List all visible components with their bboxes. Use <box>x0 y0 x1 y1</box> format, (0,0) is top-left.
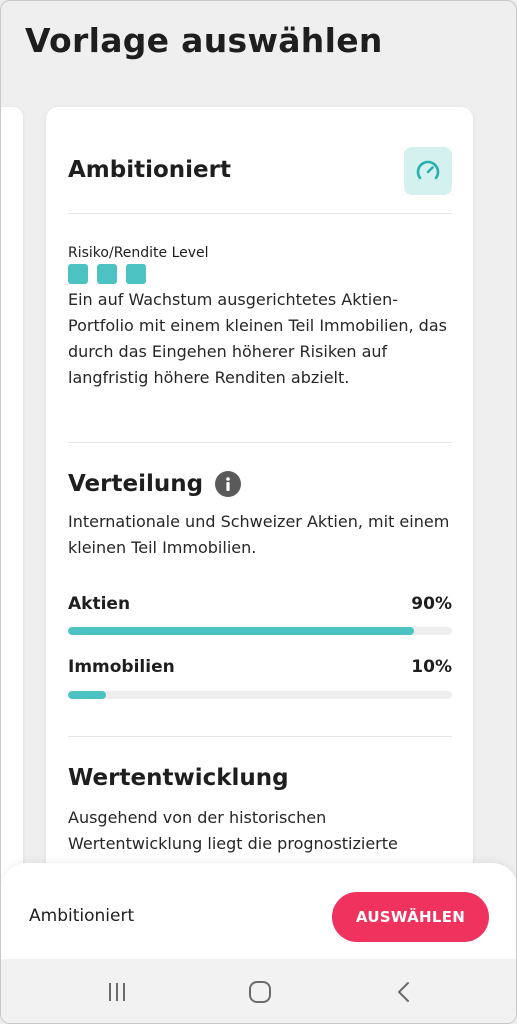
template-description: Ein auf Wachstum ausgerichtetes Aktien-P… <box>68 290 447 387</box>
recent-apps-icon[interactable] <box>102 977 132 1007</box>
risk-level-indicator <box>68 264 146 284</box>
template-card[interactable]: Ambitioniert Risiko/Rendite Level Ein au… <box>46 107 473 907</box>
allocation-heading: Verteilung <box>68 471 242 497</box>
allocation-percent: 90% <box>411 594 452 614</box>
allocation-row-aktien: Aktien 90% <box>68 594 452 614</box>
allocation-row-immobilien: Immobilien 10% <box>68 657 452 677</box>
divider <box>68 736 452 737</box>
allocation-bar-aktien <box>68 627 452 635</box>
previous-template-card[interactable] <box>1 107 23 907</box>
allocation-label: Immobilien <box>68 657 175 677</box>
page-title: Vorlage auswählen <box>25 21 383 60</box>
info-icon[interactable] <box>215 471 242 497</box>
allocation-label: Aktien <box>68 594 131 614</box>
risk-level-square <box>97 264 117 284</box>
risk-level-label: Risiko/Rendite Level <box>68 245 209 261</box>
allocation-title: Verteilung <box>68 471 204 497</box>
allocation-percent: 10% <box>411 657 452 677</box>
selection-bar: Ambitioniert AUSWÄHLEN <box>1 863 516 973</box>
allocation-bar-fill <box>68 691 107 699</box>
allocation-bar-immobilien <box>68 691 452 699</box>
home-icon[interactable] <box>245 977 275 1007</box>
selected-template-name: Ambitioniert <box>29 906 135 926</box>
risk-level-square <box>68 264 88 284</box>
system-navigation-bar <box>1 959 516 1023</box>
divider <box>68 213 452 214</box>
select-button[interactable]: AUSWÄHLEN <box>332 892 489 942</box>
divider <box>68 442 452 443</box>
gauge-icon <box>404 147 452 195</box>
card-title: Ambitioniert <box>68 157 231 183</box>
app-screen: Vorlage auswählen Ambitioniert Risiko/Re… <box>0 0 517 1024</box>
allocation-bar-fill <box>68 627 414 635</box>
performance-title: Wertentwicklung <box>68 765 289 791</box>
back-icon[interactable] <box>389 977 419 1007</box>
allocation-description: Internationale und Schweizer Aktien, mit… <box>68 512 450 557</box>
risk-level-square <box>126 264 146 284</box>
